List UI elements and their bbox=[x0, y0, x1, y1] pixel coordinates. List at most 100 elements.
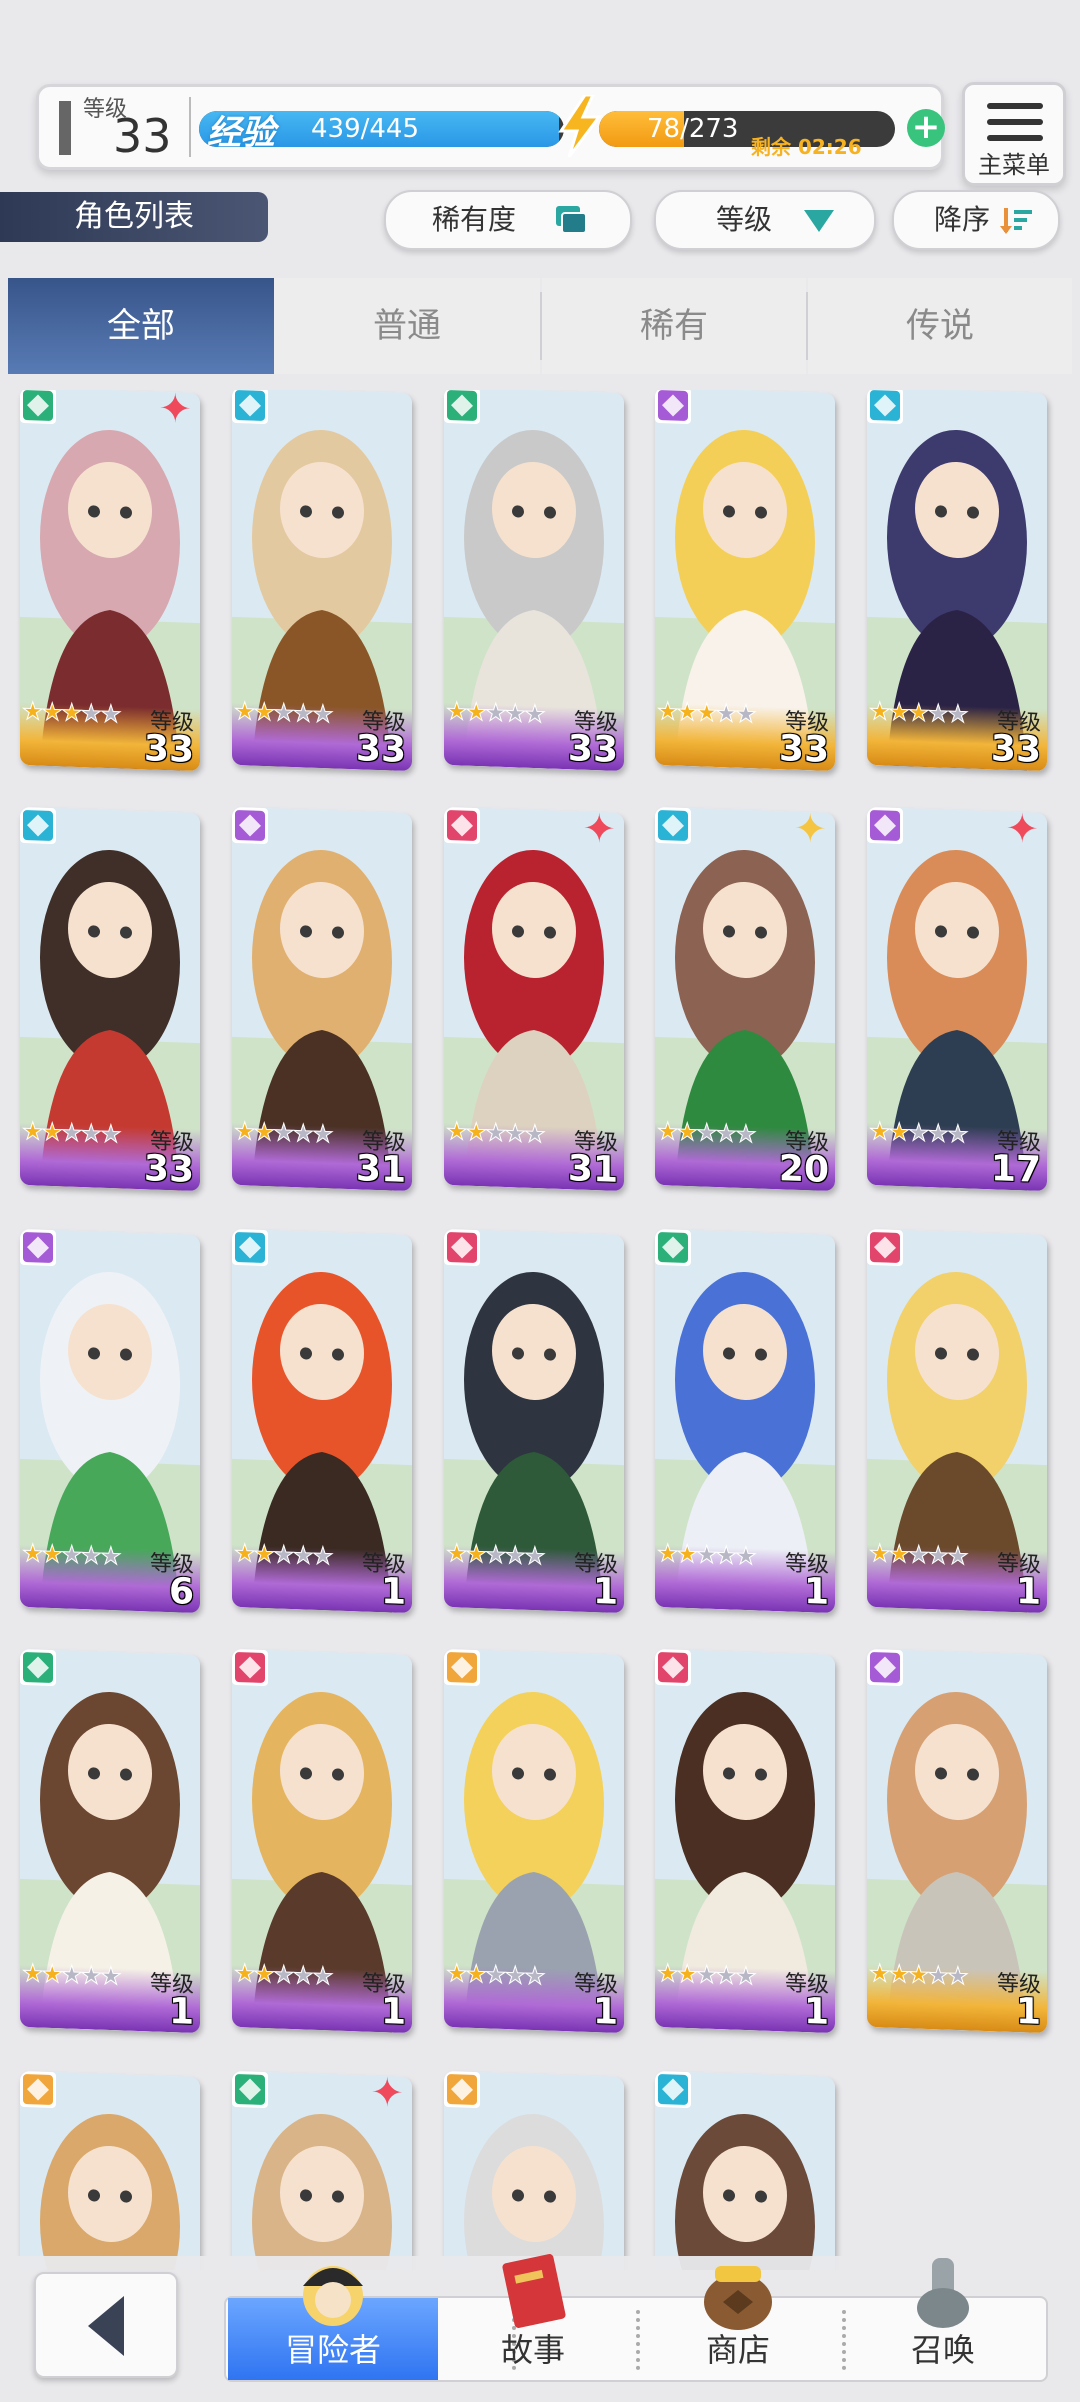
star-rating: ★★★★★ bbox=[869, 1538, 968, 1571]
main-menu-label: 主菜单 bbox=[978, 151, 1050, 179]
nav-adventurer[interactable]: 冒险者 bbox=[228, 2266, 438, 2380]
card-level-value: 31 bbox=[355, 1148, 406, 1191]
character-card[interactable]: ★★★★★ 等级 33 bbox=[444, 390, 624, 772]
triangle-down-icon bbox=[804, 210, 834, 232]
character-card[interactable] bbox=[444, 2070, 624, 2270]
tab-rare[interactable]: 稀有 bbox=[542, 278, 806, 374]
nav-story[interactable]: 故事 bbox=[438, 2254, 628, 2380]
character-card[interactable] bbox=[20, 2070, 200, 2270]
character-card[interactable]: ✦ ★★★★★ 等级 20 bbox=[655, 806, 835, 1192]
card-level-value: 33 bbox=[355, 728, 406, 771]
sparkle-icon: ✦ bbox=[158, 390, 192, 433]
star-rating: ★★★★★ bbox=[22, 696, 121, 729]
card-level-value: 1 bbox=[592, 1991, 618, 2033]
card-level-value: 33 bbox=[778, 728, 829, 771]
level-sort-label: 等级 bbox=[716, 203, 773, 236]
star-rating: ★★★★★ bbox=[446, 696, 545, 729]
arcane-element-icon bbox=[655, 390, 691, 425]
character-card[interactable]: ✦ bbox=[232, 2070, 412, 2270]
character-card[interactable] bbox=[655, 2070, 835, 2270]
rarity-filter-label: 稀有度 bbox=[432, 203, 517, 236]
sparkle-icon: ✦ bbox=[793, 806, 827, 853]
sparkle-icon: ✦ bbox=[582, 806, 616, 853]
wind-element-icon bbox=[20, 390, 56, 425]
character-card[interactable]: ★★★★★ 等级 1 bbox=[20, 1648, 200, 2034]
nav-summon-label: 召唤 bbox=[910, 2331, 975, 2369]
character-card[interactable]: ✦ ★★★★★ 等级 31 bbox=[444, 806, 624, 1192]
card-level-value: 1 bbox=[1015, 1991, 1041, 2033]
exp-value: 439/445 bbox=[311, 114, 420, 144]
arcane-element-icon bbox=[867, 1648, 903, 1687]
character-card[interactable]: ★★★★★ 等级 1 bbox=[232, 1228, 412, 1614]
summon-hand-icon bbox=[917, 2258, 969, 2328]
nav-shop[interactable]: 商店 bbox=[638, 2266, 838, 2380]
star-rating: ★★★★★ bbox=[657, 1538, 756, 1571]
card-level-value: 17 bbox=[990, 1148, 1041, 1191]
character-card[interactable]: ★★★★★ 等级 1 bbox=[655, 1648, 835, 2034]
ice-element-icon bbox=[20, 806, 56, 845]
star-rating: ★★★★★ bbox=[234, 696, 333, 729]
page-title: 角色列表 bbox=[0, 192, 268, 242]
character-card[interactable]: ★★★★★ 等级 31 bbox=[232, 806, 412, 1192]
star-rating: ★★★★★ bbox=[446, 1958, 545, 1991]
arcane-element-icon bbox=[232, 806, 268, 845]
star-rating: ★★★★★ bbox=[869, 1116, 968, 1149]
character-card[interactable]: ★★★★★ 等级 33 bbox=[655, 390, 835, 772]
ice-element-icon bbox=[655, 806, 691, 845]
exp-bar: 经验 439/445 bbox=[199, 111, 564, 147]
character-card[interactable]: ★★★★★ 等级 1 bbox=[655, 1228, 835, 1614]
tab-all[interactable]: 全部 bbox=[8, 278, 274, 374]
ice-element-icon bbox=[655, 2070, 691, 2109]
wind-element-icon bbox=[444, 390, 480, 425]
light-element-icon bbox=[444, 2070, 480, 2109]
back-button[interactable] bbox=[34, 2272, 178, 2378]
cards-icon bbox=[556, 206, 587, 234]
fire-element-icon bbox=[232, 1648, 268, 1687]
character-card[interactable]: ★★★★★ 等级 1 bbox=[867, 1228, 1047, 1614]
card-level-value: 6 bbox=[168, 1571, 194, 1613]
wind-element-icon bbox=[655, 1228, 691, 1267]
character-card[interactable]: ★★★★★ 等级 33 bbox=[867, 390, 1047, 772]
sparkle-icon: ✦ bbox=[370, 2070, 404, 2117]
tab-common[interactable]: 普通 bbox=[274, 278, 540, 374]
nav-story-label: 故事 bbox=[500, 2331, 565, 2369]
book-icon bbox=[502, 2254, 566, 2328]
character-card[interactable]: ✦ ★★★★★ 等级 33 bbox=[20, 390, 200, 772]
character-card[interactable]: ★★★★★ 等级 1 bbox=[444, 1648, 624, 2034]
character-card[interactable]: ★★★★★ 等级 1 bbox=[867, 1648, 1047, 2034]
nav-summon[interactable]: 召唤 bbox=[844, 2258, 1042, 2380]
star-rating: ★★★★★ bbox=[869, 696, 968, 729]
tab-legendary[interactable]: 传说 bbox=[808, 278, 1072, 374]
ice-element-icon bbox=[232, 390, 268, 425]
star-rating: ★★★★★ bbox=[657, 696, 756, 729]
stamina-value: 78/273 bbox=[647, 114, 739, 144]
order-button[interactable]: 降序 bbox=[892, 190, 1060, 250]
card-level-value: 33 bbox=[990, 728, 1041, 771]
card-level-value: 31 bbox=[567, 1148, 618, 1191]
character-card[interactable]: ★★★★★ 等级 6 bbox=[20, 1228, 200, 1614]
character-card[interactable]: ✦ ★★★★★ 等级 17 bbox=[867, 806, 1047, 1192]
main-menu-button[interactable]: 主菜单 bbox=[962, 82, 1066, 186]
light-element-icon bbox=[444, 1648, 480, 1687]
star-rating: ★★★★★ bbox=[446, 1116, 545, 1149]
character-card[interactable]: ★★★★★ 等级 1 bbox=[444, 1228, 624, 1614]
rarity-filter-button[interactable]: 稀有度 bbox=[384, 190, 632, 250]
star-rating: ★★★★★ bbox=[234, 1538, 333, 1571]
star-rating: ★★★★★ bbox=[446, 1538, 545, 1571]
player-status-bar: 等级 33 经验 439/445 78/273 剩余 02:26 + bbox=[36, 84, 945, 170]
light-element-icon bbox=[20, 2070, 56, 2109]
fire-element-icon bbox=[444, 806, 480, 845]
card-level-value: 1 bbox=[380, 1571, 406, 1613]
add-stamina-button[interactable]: + bbox=[907, 109, 945, 147]
character-card[interactable]: ★★★★★ 等级 1 bbox=[232, 1648, 412, 2034]
character-card[interactable]: ★★★★★ 等级 33 bbox=[20, 806, 200, 1192]
star-rating: ★★★★★ bbox=[234, 1116, 333, 1149]
character-card[interactable]: ★★★★★ 等级 33 bbox=[232, 390, 412, 772]
star-rating: ★★★★★ bbox=[22, 1958, 121, 1991]
level-sort-button[interactable]: 等级 bbox=[654, 190, 876, 250]
player-level: 33 bbox=[113, 109, 172, 163]
character-grid: ✦ ★★★★★ 等级 33 ★★★★★ 等级 33 ★★★★★ 等级 33 ★★★★★ 等级 33 ★★★… bbox=[0, 390, 1080, 2270]
ice-element-icon bbox=[867, 390, 903, 425]
level-marker bbox=[59, 101, 71, 155]
star-rating: ★★★★★ bbox=[657, 1116, 756, 1149]
